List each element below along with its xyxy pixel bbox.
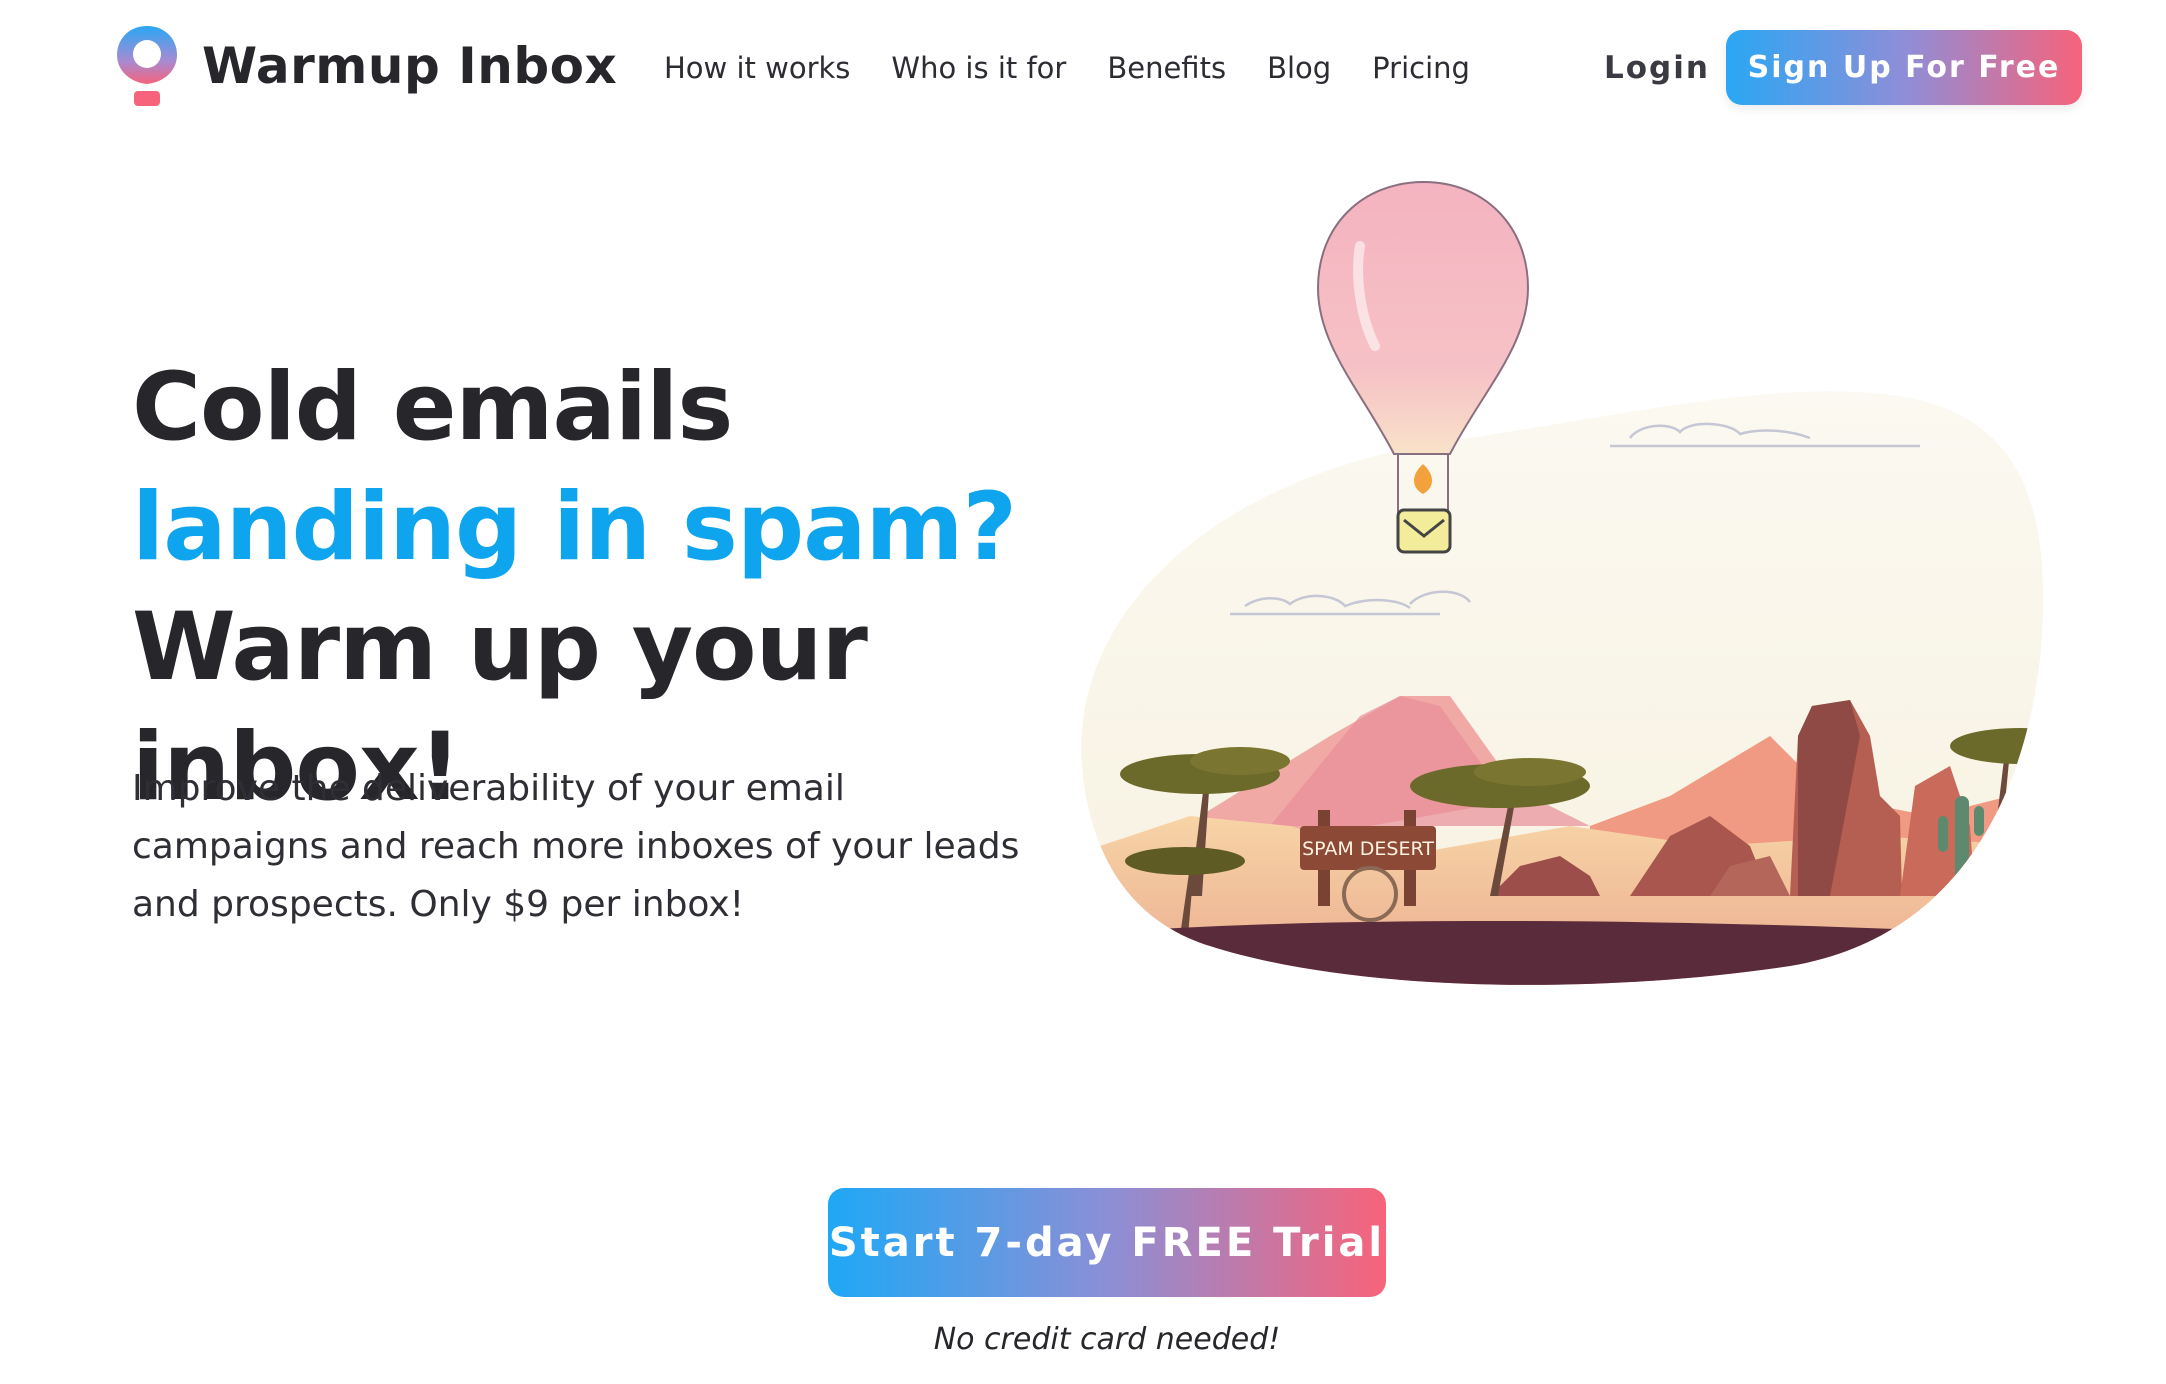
login-link[interactable]: Login — [1604, 44, 1710, 92]
nav-how-it-works[interactable]: How it works — [664, 44, 850, 92]
envelope-icon — [1396, 508, 1452, 554]
signup-button[interactable]: Sign Up For Free — [1726, 30, 2082, 105]
nav-benefits[interactable]: Benefits — [1107, 44, 1226, 92]
headline-part-1: Cold emails — [132, 353, 733, 462]
hero-subtext: Improve the deliverability of your email… — [132, 768, 1020, 925]
nav-pricing[interactable]: Pricing — [1372, 44, 1470, 92]
headline-highlight: landing in spam? — [132, 473, 1017, 582]
brand-name: Warmup Inbox — [202, 37, 618, 95]
no-credit-card-note: No credit card needed! — [933, 1322, 1281, 1357]
top-navigation: Warmup Inbox How it works Who is it for … — [0, 0, 2166, 140]
brand-logo-link[interactable]: Warmup Inbox — [114, 24, 617, 108]
nav-blog[interactable]: Blog — [1267, 44, 1331, 92]
main-menu: How it works Who is it for Benefits Blog… — [664, 44, 1511, 92]
sign-text: SPAM DESERT — [1302, 838, 1434, 860]
nav-who-is-it-for[interactable]: Who is it for — [891, 44, 1066, 92]
hero-headline: Cold emails landing in spam? Warm up you… — [132, 348, 1062, 828]
spam-desert-scene: SPAM DESERT — [1081, 180, 2044, 985]
balloon-logo-icon — [117, 26, 177, 106]
start-trial-button[interactable]: Start 7-day FREE Trial — [828, 1188, 1386, 1297]
hero-illustration: SPAM DESERT — [1070, 176, 2050, 996]
